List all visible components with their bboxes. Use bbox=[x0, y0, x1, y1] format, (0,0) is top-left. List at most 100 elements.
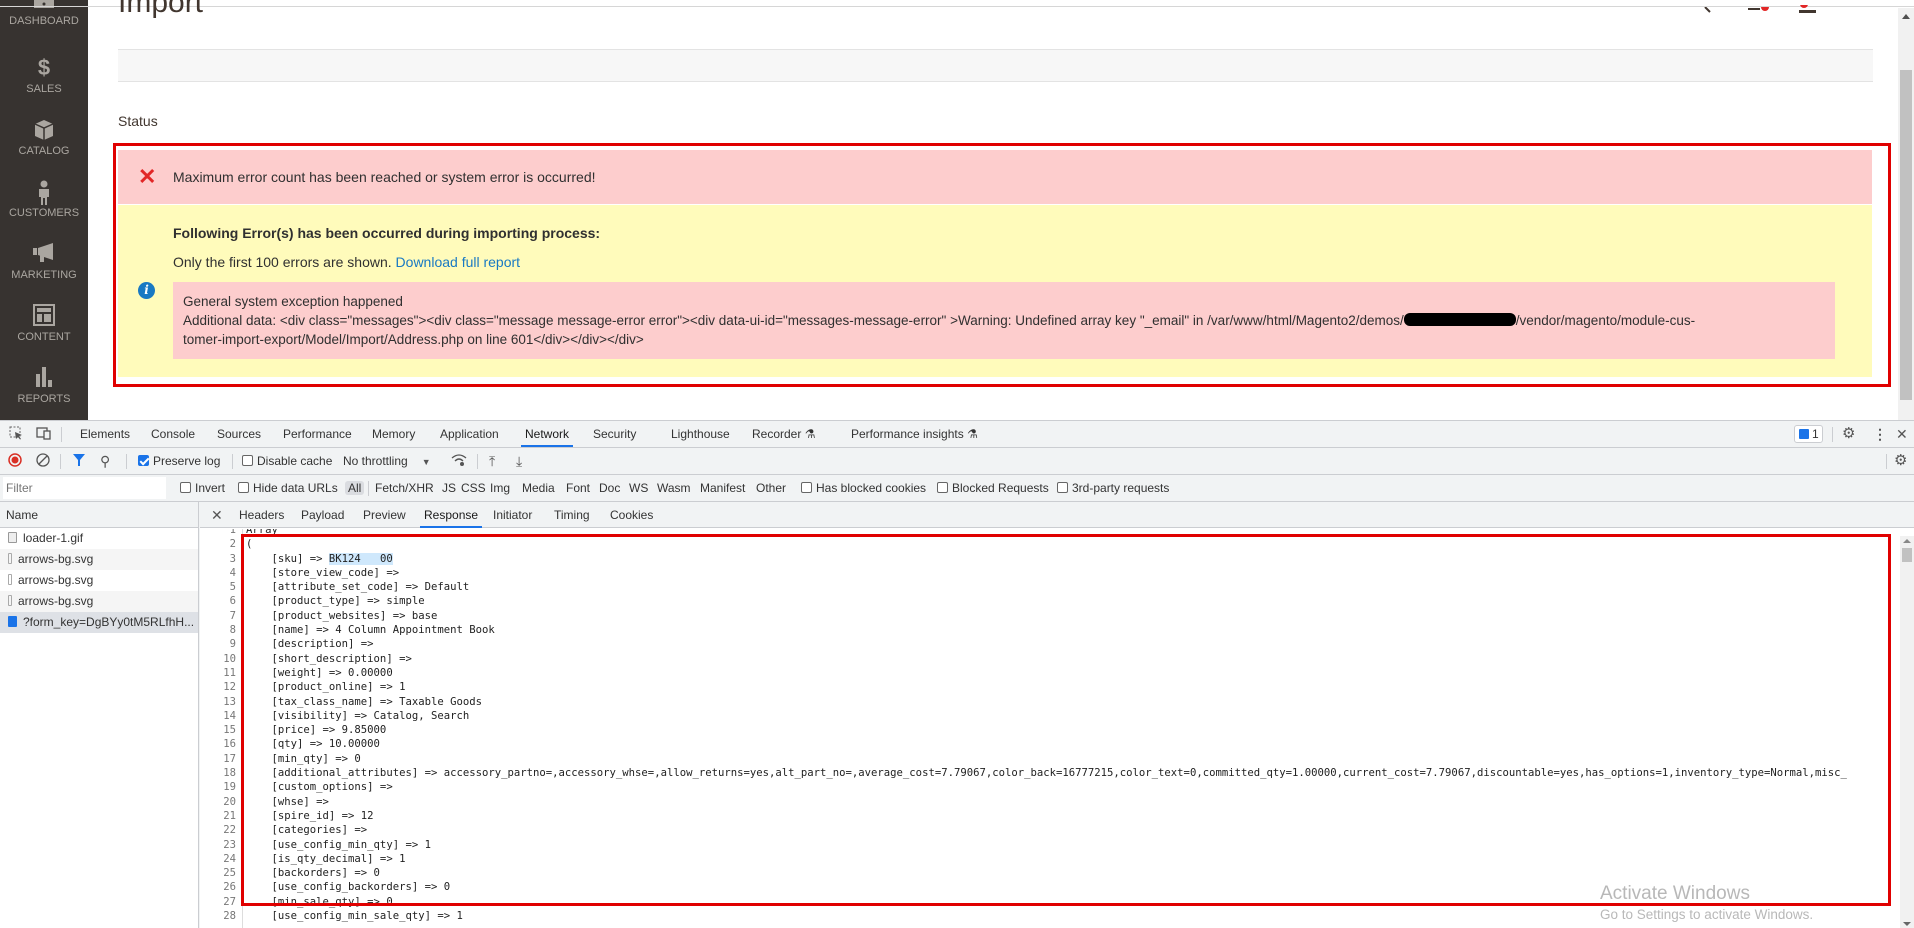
throttling-select[interactable]: No throttling ▼ bbox=[343, 448, 431, 474]
settings-gear-icon[interactable]: ⚙ bbox=[1842, 421, 1855, 447]
filter-type-wasm[interactable]: Wasm bbox=[657, 475, 691, 501]
divider bbox=[61, 427, 62, 442]
response-scrollbar[interactable] bbox=[1900, 536, 1914, 928]
tab-lighthouse[interactable]: Lighthouse bbox=[671, 421, 730, 447]
layout-icon bbox=[0, 304, 88, 328]
network-conditions-icon[interactable] bbox=[451, 448, 467, 474]
checkbox-unchecked[interactable] bbox=[1057, 482, 1068, 493]
tab-cookies[interactable]: Cookies bbox=[610, 502, 653, 528]
sidebar-item-reports[interactable]: REPORTS bbox=[0, 366, 88, 405]
throttling-value: No throttling bbox=[343, 454, 408, 468]
box-icon bbox=[0, 118, 88, 142]
sidebar-item-sales[interactable]: $ SALES bbox=[0, 56, 88, 96]
filter-type-img[interactable]: Img bbox=[490, 475, 510, 501]
tab-timing[interactable]: Timing bbox=[554, 502, 590, 528]
clear-button[interactable] bbox=[36, 448, 50, 474]
sidebar-item-content[interactable]: CONTENT bbox=[0, 304, 88, 343]
search-icon[interactable]: ⚲ bbox=[100, 448, 110, 474]
export-har-icon[interactable]: ⤓ bbox=[516, 448, 522, 474]
tab-recorder[interactable]: Recorder ⚗ bbox=[752, 421, 815, 447]
blocked-requests-checkbox[interactable]: Blocked Requests bbox=[937, 475, 1049, 501]
sidebar-item-customers[interactable]: CUSTOMERS bbox=[0, 180, 88, 219]
filter-type-all[interactable]: All bbox=[345, 475, 365, 501]
close-devtools-icon[interactable]: ✕ bbox=[1896, 421, 1908, 447]
filter-type-other[interactable]: Other bbox=[756, 475, 786, 501]
checkbox-unchecked[interactable] bbox=[180, 482, 191, 493]
tab-application[interactable]: Application bbox=[440, 421, 499, 447]
filter-type-css[interactable]: CSS bbox=[461, 475, 486, 501]
annotation-highlight-error bbox=[113, 143, 1891, 387]
hide-data-urls-checkbox[interactable]: Hide data URLs bbox=[238, 475, 338, 501]
network-settings-gear-icon[interactable]: ⚙ bbox=[1894, 448, 1907, 474]
tab-network[interactable]: Network bbox=[521, 421, 574, 447]
record-button[interactable] bbox=[8, 448, 22, 474]
disable-cache-checkbox[interactable]: Disable cache bbox=[242, 448, 332, 474]
line-number: 6 bbox=[229, 595, 236, 608]
filter-funnel-icon[interactable] bbox=[73, 448, 85, 474]
filter-type-doc[interactable]: Doc bbox=[599, 475, 620, 501]
more-options-icon[interactable]: ⋮ bbox=[1873, 421, 1887, 447]
has-blocked-cookies-checkbox[interactable]: Has blocked cookies bbox=[801, 475, 926, 501]
svg-file-icon bbox=[8, 553, 12, 564]
scroll-up-arrow[interactable] bbox=[1902, 14, 1910, 19]
scroll-up-arrow[interactable] bbox=[1903, 539, 1911, 543]
device-toolbar-icon[interactable] bbox=[36, 421, 52, 447]
filter-type-media[interactable]: Media bbox=[522, 475, 555, 501]
filter-input[interactable] bbox=[3, 477, 166, 499]
filter-type-fetch-xhr[interactable]: Fetch/XHR bbox=[375, 475, 434, 501]
scrollbar-thumb[interactable] bbox=[1902, 548, 1912, 562]
close-detail-icon[interactable]: ✕ bbox=[211, 502, 223, 528]
preserve-log-checkbox[interactable]: Preserve log bbox=[138, 448, 220, 474]
third-party-requests-checkbox[interactable]: 3rd-party requests bbox=[1057, 475, 1169, 501]
line-number: 19 bbox=[223, 781, 236, 794]
checkbox-unchecked[interactable] bbox=[238, 482, 249, 493]
sidebar-item-catalog[interactable]: CATALOG bbox=[0, 118, 88, 157]
request-row[interactable]: loader-1.gif bbox=[0, 528, 198, 549]
filter-type-font[interactable]: Font bbox=[566, 475, 590, 501]
checkbox-unchecked[interactable] bbox=[937, 482, 948, 493]
invert-checkbox[interactable]: Invert bbox=[180, 475, 225, 501]
line-number: 12 bbox=[223, 681, 236, 694]
page-scrollbar[interactable] bbox=[1898, 8, 1914, 420]
filter-type-manifest[interactable]: Manifest bbox=[700, 475, 745, 501]
checkbox-unchecked[interactable] bbox=[801, 482, 812, 493]
tab-performance[interactable]: Performance bbox=[283, 421, 352, 447]
divider bbox=[1832, 427, 1833, 442]
tab-security[interactable]: Security bbox=[593, 421, 636, 447]
checkbox-unchecked[interactable] bbox=[242, 455, 253, 466]
inspect-element-icon[interactable] bbox=[9, 421, 23, 447]
tab-initiator[interactable]: Initiator bbox=[493, 502, 532, 528]
tab-performance-insights[interactable]: Performance insights ⚗ bbox=[851, 421, 978, 447]
line-number: 27 bbox=[223, 895, 236, 908]
import-har-icon[interactable]: ⤒ bbox=[489, 448, 495, 474]
filter-type-ws[interactable]: WS bbox=[629, 475, 648, 501]
filter-type-js[interactable]: JS bbox=[442, 475, 456, 501]
tab-network-label: Network bbox=[525, 427, 570, 441]
request-row-selected[interactable]: ?form_key=DgBYy0tM5RLfhH... bbox=[0, 612, 198, 633]
scrollbar-thumb[interactable] bbox=[1900, 70, 1912, 400]
name-column-header[interactable]: Name bbox=[0, 502, 198, 528]
checkbox-checked[interactable] bbox=[138, 455, 149, 466]
sidebar-item-marketing[interactable]: MARKETING bbox=[0, 242, 88, 281]
tab-payload[interactable]: Payload bbox=[301, 502, 344, 528]
search-icon[interactable] bbox=[1702, 0, 1714, 13]
request-row[interactable]: arrows-bg.svg bbox=[0, 591, 198, 612]
tab-preview[interactable]: Preview bbox=[363, 502, 406, 528]
issues-badge[interactable]: 1 bbox=[1794, 425, 1823, 443]
tab-sources[interactable]: Sources bbox=[217, 421, 261, 447]
request-row[interactable]: arrows-bg.svg bbox=[0, 549, 198, 570]
active-tab-indicator bbox=[420, 526, 483, 528]
sidebar-item-dashboard[interactable]: DASHBOARD bbox=[0, 0, 88, 27]
tab-elements[interactable]: Elements bbox=[80, 421, 130, 447]
line-number: 13 bbox=[223, 695, 236, 708]
notifications-icon[interactable] bbox=[1748, 0, 1770, 12]
tab-console[interactable]: Console bbox=[151, 421, 195, 447]
request-row[interactable]: arrows-bg.svg bbox=[0, 570, 198, 591]
issues-icon bbox=[1799, 429, 1809, 439]
tab-headers[interactable]: Headers bbox=[239, 502, 284, 528]
tab-memory[interactable]: Memory bbox=[372, 421, 415, 447]
scroll-down-arrow[interactable] bbox=[1903, 922, 1911, 926]
tab-response[interactable]: Response bbox=[420, 502, 483, 528]
account-icon[interactable] bbox=[1796, 0, 1817, 13]
devtools-main-tabbar: Elements Console Sources Performance Mem… bbox=[0, 421, 1914, 448]
